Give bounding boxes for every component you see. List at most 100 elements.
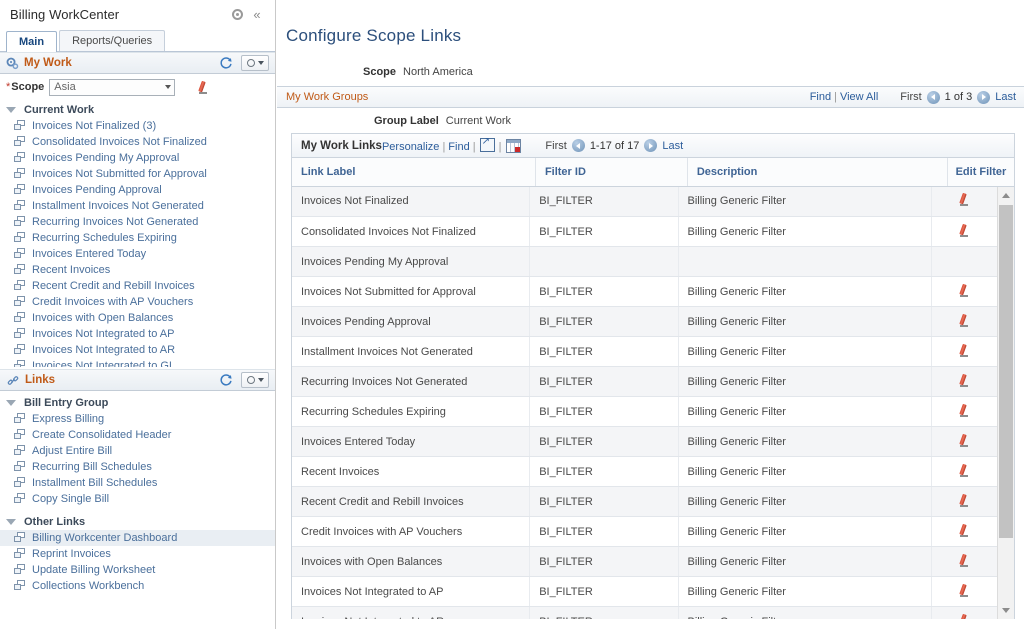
table-row[interactable]: Recent Credit and Rebill Invoices BI_FILT…	[292, 486, 997, 517]
table-row[interactable]: Invoices Pending My Approval	[292, 246, 997, 277]
cell-edit-filter[interactable]	[931, 186, 997, 217]
my-work-item[interactable]: Invoices Pending Approval	[0, 182, 275, 198]
personalize-link[interactable]: Personalize	[382, 141, 439, 153]
table-row[interactable]: Invoices Not Finalized BI_FILTER Billing G…	[292, 186, 997, 217]
download-grid-icon[interactable]	[506, 139, 522, 153]
last-link[interactable]: Last	[995, 91, 1016, 103]
my-work-item[interactable]: Invoices Not Integrated to AR	[0, 342, 275, 358]
first-link[interactable]: First	[545, 140, 566, 152]
cell-edit-filter[interactable]	[931, 606, 997, 619]
my-work-item[interactable]: Invoices Entered Today	[0, 246, 275, 262]
links-item[interactable]: Express Billing	[0, 411, 275, 427]
scroll-up-arrow-icon[interactable]	[998, 186, 1014, 204]
links-item[interactable]: Copy Single Bill	[0, 491, 275, 507]
my-work-item[interactable]: Invoices Not Submitted for Approval	[0, 166, 275, 182]
cell-edit-filter[interactable]	[931, 546, 997, 577]
cell-edit-filter[interactable]	[931, 516, 997, 547]
my-work-item[interactable]: Invoices Pending My Approval	[0, 150, 275, 166]
my-work-item[interactable]: Recurring Invoices Not Generated	[0, 214, 275, 230]
my-work-item[interactable]: Recent Invoices	[0, 262, 275, 278]
cell-edit-filter[interactable]	[931, 306, 997, 337]
table-row[interactable]: Recurring Invoices Not Generated BI_FILTE…	[292, 366, 997, 397]
open-new-window-icon[interactable]	[479, 136, 495, 152]
my-work-item[interactable]: Invoices Not Finalized (3)	[0, 118, 275, 134]
next-arrow-icon[interactable]	[644, 139, 658, 152]
my-work-options-icon[interactable]	[241, 55, 269, 71]
my-work-item[interactable]: Installment Invoices Not Generated	[0, 198, 275, 214]
cell-edit-filter[interactable]	[931, 576, 997, 607]
cell-edit-filter[interactable]	[931, 336, 997, 367]
links-item[interactable]: Recurring Bill Schedules	[0, 459, 275, 475]
edit-filter-pencil-icon[interactable]	[958, 584, 971, 597]
my-work-item[interactable]: Invoices Not Integrated to AP	[0, 326, 275, 342]
find-link[interactable]: Find	[448, 141, 469, 153]
collapse-triangle-icon[interactable]	[6, 399, 16, 406]
find-link[interactable]: Find	[810, 91, 831, 103]
cell-edit-filter[interactable]	[931, 456, 997, 487]
links-item[interactable]: Update Billing Worksheet	[0, 562, 275, 578]
edit-filter-pencil-icon[interactable]	[958, 344, 971, 357]
last-link[interactable]: Last	[662, 140, 683, 152]
table-row[interactable]: Invoices Not Submitted for Approval BI_FI…	[292, 276, 997, 307]
tree-group-current-work[interactable]: Current Work	[0, 101, 275, 118]
my-work-item[interactable]: Invoices with Open Balances	[0, 310, 275, 326]
table-row[interactable]: Installment Invoices Not Generated BI_FIL…	[292, 336, 997, 367]
links-item[interactable]: Billing Workcenter Dashboard	[0, 530, 275, 546]
prev-arrow-icon[interactable]	[571, 139, 585, 152]
scope-select[interactable]: Asia	[49, 78, 176, 96]
column-header-link-label[interactable]: Link Label	[292, 158, 536, 187]
cell-edit-filter[interactable]	[931, 276, 997, 307]
links-item[interactable]: Reprint Invoices	[0, 546, 275, 562]
table-row[interactable]: Invoices Not Integrated to ARBI_FILTERBi…	[292, 606, 997, 619]
collapse-triangle-icon[interactable]	[6, 106, 16, 113]
edit-filter-pencil-icon[interactable]	[958, 193, 971, 207]
table-row[interactable]: Consolidated Invoices Not Finalized BI_FI…	[292, 216, 997, 247]
column-header-filter-id[interactable]: Filter ID	[535, 158, 688, 187]
table-row[interactable]: Credit Invoices with AP Vouchers BI_FILTE…	[292, 516, 997, 547]
prev-arrow-icon[interactable]	[926, 90, 940, 104]
edit-filter-pencil-icon[interactable]	[958, 404, 971, 417]
my-work-item[interactable]: Recent Credit and Rebill Invoices	[0, 278, 275, 294]
edit-filter-pencil-icon[interactable]	[958, 284, 971, 297]
edit-filter-pencil-icon[interactable]	[958, 434, 971, 447]
edit-filter-pencil-icon[interactable]	[958, 224, 971, 237]
scope-edit-pencil-icon[interactable]	[197, 81, 210, 94]
my-work-item[interactable]: Recurring Schedules Expiring	[0, 230, 275, 246]
edit-filter-pencil-icon[interactable]	[958, 314, 971, 327]
tab-main[interactable]: Main	[6, 31, 58, 52]
links-item[interactable]: Installment Bill Schedules	[0, 475, 275, 491]
vertical-scrollbar[interactable]	[997, 186, 1014, 619]
column-header-description[interactable]: Description	[687, 158, 948, 187]
cell-edit-filter[interactable]	[931, 486, 997, 517]
scrollbar-thumb[interactable]	[999, 204, 1013, 538]
first-link[interactable]: First	[900, 91, 921, 103]
links-item[interactable]: Adjust Entire Bill	[0, 443, 275, 459]
table-row[interactable]: Invoices with Open Balances BI_FILTER Bill…	[292, 546, 997, 577]
view-all-link[interactable]: View All	[840, 91, 878, 103]
table-row[interactable]: Recurring Schedules Expiring BI_FILTER Bil…	[292, 396, 997, 427]
edit-filter-pencil-icon[interactable]	[958, 614, 971, 619]
links-item[interactable]: Collections Workbench	[0, 578, 275, 594]
refresh-icon[interactable]	[219, 56, 233, 70]
edit-filter-pencil-icon[interactable]	[958, 524, 971, 537]
my-work-item[interactable]: Credit Invoices with AP Vouchers	[0, 294, 275, 310]
links-options-icon[interactable]	[241, 372, 269, 388]
refresh-icon[interactable]	[219, 373, 233, 387]
table-row[interactable]: Recent Invoices BI_FILTER Billing Generic …	[292, 456, 997, 487]
tab-reports-queries[interactable]: Reports/Queries	[59, 30, 166, 51]
edit-filter-pencil-icon[interactable]	[958, 374, 971, 387]
cell-edit-filter[interactable]	[931, 216, 997, 247]
cell-edit-filter[interactable]	[931, 396, 997, 427]
table-row[interactable]: Invoices Entered Today BI_FILTER Billing G…	[292, 426, 997, 457]
links-group-header[interactable]: Bill Entry Group	[0, 394, 275, 411]
collapse-triangle-icon[interactable]	[6, 518, 16, 525]
column-header-edit-filter[interactable]: Edit Filter	[947, 158, 1014, 187]
table-row[interactable]: Invoices Pending Approval BI_FILTER Billin…	[292, 306, 997, 337]
edit-filter-pencil-icon[interactable]	[958, 494, 971, 507]
collapse-pane-icon[interactable]: «	[247, 5, 267, 25]
cell-edit-filter[interactable]	[931, 366, 997, 397]
my-work-item[interactable]: Consolidated Invoices Not Finalized	[0, 134, 275, 150]
cell-edit-filter[interactable]	[931, 426, 997, 457]
links-group-header[interactable]: Other Links	[0, 513, 275, 530]
links-item[interactable]: Create Consolidated Header	[0, 427, 275, 443]
